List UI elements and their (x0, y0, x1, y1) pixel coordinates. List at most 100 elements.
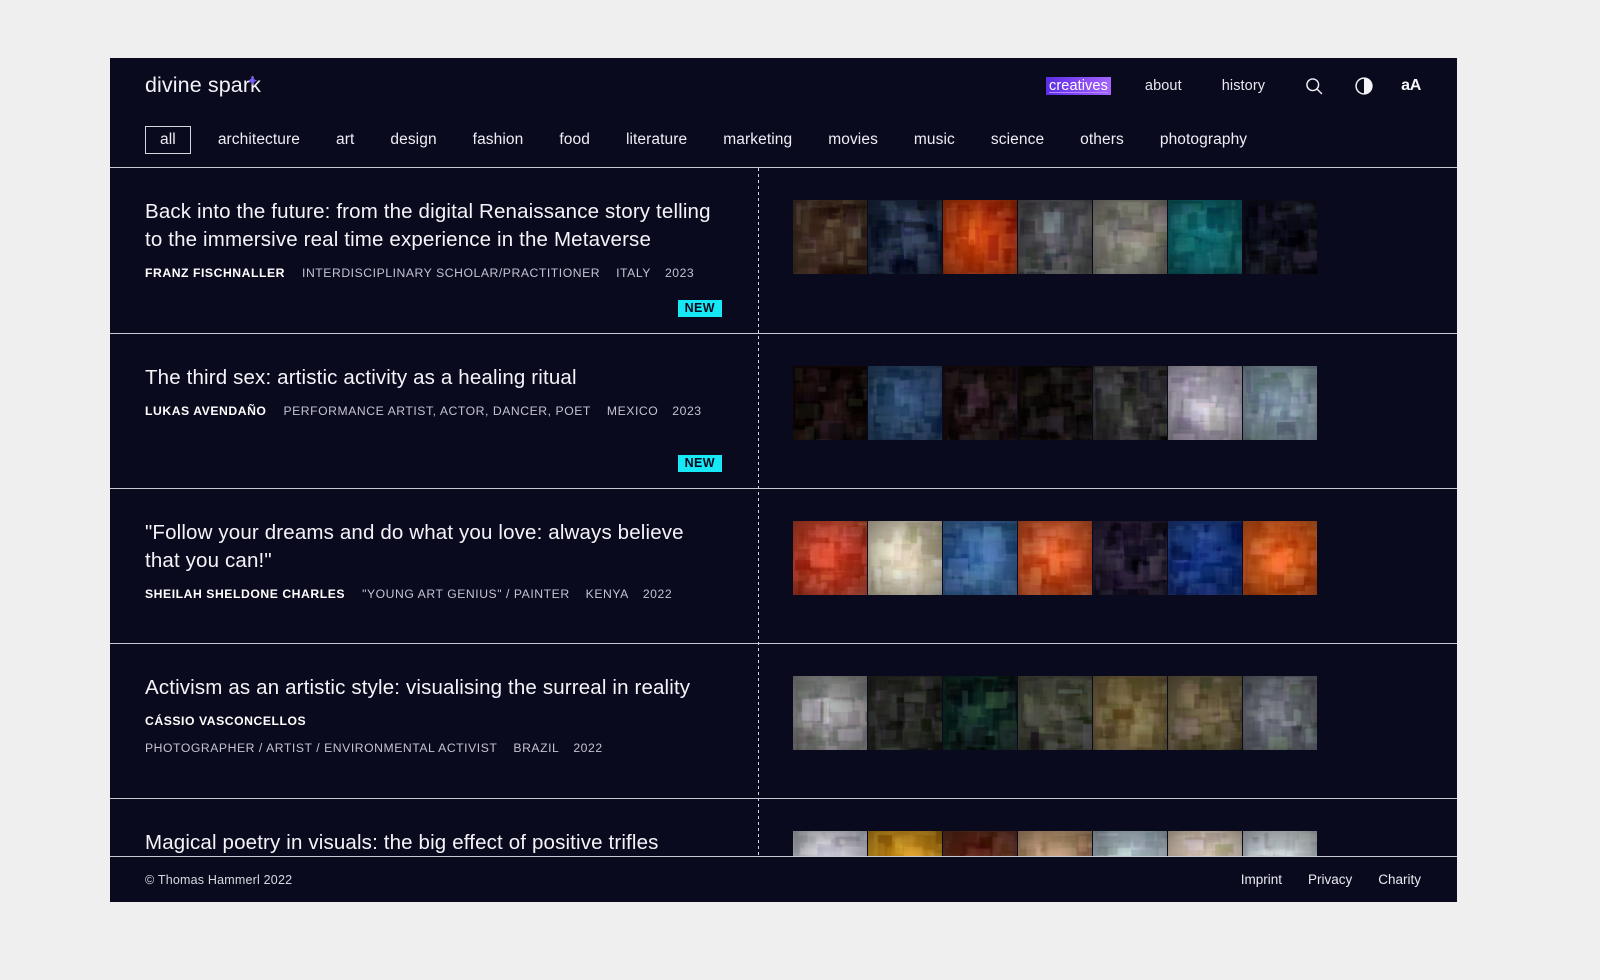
entry-role: "YOUNG ART GENIUS" / PAINTER (362, 587, 570, 601)
creative-entry-row[interactable]: The third sex: artistic activity as a he… (110, 334, 1457, 489)
contrast-icon[interactable] (1351, 73, 1377, 99)
thumbnail-strip (793, 521, 1457, 595)
entry-title[interactable]: "Follow your dreams and do what you love… (145, 519, 723, 575)
site-footer: © Thomas Hammerl 2022 Imprint Privacy Ch… (110, 856, 1457, 902)
category-art[interactable]: art (336, 131, 354, 149)
category-literature[interactable]: literature (626, 131, 687, 149)
thumbnail-image[interactable] (868, 521, 942, 595)
category-others[interactable]: others (1080, 131, 1124, 149)
creative-entry-row[interactable]: Magical poetry in visuals: the big effec… (110, 799, 1457, 856)
thumbnail-strip (793, 676, 1457, 750)
entry-meta: LUKAS AVENDAÑO PERFORMANCE ARTIST, ACTOR,… (145, 404, 723, 418)
nav-item-creatives[interactable]: creatives (1046, 76, 1111, 95)
thumbnail-image[interactable] (1168, 831, 1242, 856)
category-marketing[interactable]: marketing (723, 131, 792, 149)
thumbnail-strip (793, 366, 1457, 440)
search-icon[interactable] (1301, 73, 1327, 99)
thumbnail-image[interactable] (943, 676, 1017, 750)
category-all[interactable]: all (145, 125, 191, 155)
thumbnail-image[interactable] (1168, 200, 1242, 274)
category-movies[interactable]: movies (828, 131, 878, 149)
entry-title[interactable]: The third sex: artistic activity as a he… (145, 364, 723, 392)
entry-info: Back into the future: from the digital R… (110, 168, 758, 333)
nav-item-about[interactable]: about (1141, 76, 1186, 96)
site-header: divine spar ✦ k creatives about history aA (110, 58, 1457, 113)
entry-year: 2023 (664, 266, 695, 280)
new-badge: NEW (677, 454, 722, 472)
creative-entry-row[interactable]: "Follow your dreams and do what you love… (110, 489, 1457, 644)
thumbnail-strip (793, 200, 1457, 274)
thumbnail-image[interactable] (793, 200, 867, 274)
category-design[interactable]: design (390, 131, 436, 149)
thumbnail-image[interactable] (868, 831, 942, 856)
thumbnail-image[interactable] (793, 831, 867, 856)
thumbnail-image[interactable] (1093, 366, 1167, 440)
thumbnail-image[interactable] (943, 200, 1017, 274)
creative-entry-row[interactable]: Activism as an artistic style: visualisi… (110, 644, 1457, 799)
thumbnail-image[interactable] (793, 521, 867, 595)
thumbnail-image[interactable] (793, 676, 867, 750)
font-size-toggle[interactable]: aA (1401, 73, 1421, 99)
thumbnail-image[interactable] (868, 366, 942, 440)
entry-author-name: CÁSSIO VASCONCELLOS (145, 714, 307, 728)
entry-info: The third sex: artistic activity as a he… (110, 334, 758, 488)
entry-role: INTERDISCIPLINARY SCHOLAR/PRACTITIONER (302, 266, 601, 280)
entry-author-name: SHEILAH SHELDONE CHARLES (145, 587, 346, 601)
thumbnail-image[interactable] (1093, 521, 1167, 595)
brand-logo[interactable]: divine spar ✦ k (145, 73, 261, 98)
thumbnail-image[interactable] (793, 366, 867, 440)
entry-thumbnails (758, 168, 1457, 333)
category-architecture[interactable]: architecture (218, 131, 300, 149)
entry-year: 2022 (642, 587, 673, 601)
category-science[interactable]: science (991, 131, 1044, 149)
entry-title[interactable]: Activism as an artistic style: visualisi… (145, 674, 723, 702)
thumbnail-image[interactable] (943, 831, 1017, 856)
thumbnail-image[interactable] (1093, 831, 1167, 856)
thumbnail-image[interactable] (943, 366, 1017, 440)
entry-meta: SHEILAH SHELDONE CHARLES "YOUNG ART GENIU… (145, 587, 723, 601)
category-photography[interactable]: photography (1160, 131, 1247, 149)
spark-accent-icon: ✦ (246, 73, 259, 90)
copyright-text: © Thomas Hammerl 2022 (145, 872, 293, 887)
thumbnail-image[interactable] (1018, 521, 1092, 595)
thumbnail-image[interactable] (1243, 200, 1317, 274)
entry-title[interactable]: Magical poetry in visuals: the big effec… (145, 829, 723, 856)
entry-title[interactable]: Back into the future: from the digital R… (145, 198, 723, 254)
entry-country: ITALY (616, 266, 651, 280)
thumbnail-image[interactable] (1243, 521, 1317, 595)
thumbnail-image[interactable] (1093, 200, 1167, 274)
entry-thumbnails (758, 799, 1457, 856)
thumbnail-image[interactable] (1168, 676, 1242, 750)
creatives-list[interactable]: Back into the future: from the digital R… (110, 168, 1457, 856)
footer-link-privacy[interactable]: Privacy (1308, 872, 1352, 887)
category-fashion[interactable]: fashion (473, 131, 524, 149)
footer-link-charity[interactable]: Charity (1378, 872, 1421, 887)
entry-country: KENYA (585, 587, 629, 601)
entry-author-name: LUKAS AVENDAÑO (145, 404, 267, 418)
thumbnail-image[interactable] (1168, 366, 1242, 440)
thumbnail-image[interactable] (1093, 676, 1167, 750)
entry-info: "Follow your dreams and do what you love… (110, 489, 758, 643)
category-music[interactable]: music (914, 131, 955, 149)
thumbnail-image[interactable] (1018, 366, 1092, 440)
thumbnail-image[interactable] (1243, 366, 1317, 440)
thumbnail-image[interactable] (868, 676, 942, 750)
entry-role: PERFORMANCE ARTIST, ACTOR, DANCER, POET (283, 404, 591, 418)
thumbnail-image[interactable] (868, 200, 942, 274)
thumbnail-image[interactable] (1018, 831, 1092, 856)
thumbnail-image[interactable] (943, 521, 1017, 595)
thumbnail-image[interactable] (1243, 831, 1317, 856)
creative-entry-row[interactable]: Back into the future: from the digital R… (110, 168, 1457, 334)
thumbnail-image[interactable] (1018, 676, 1092, 750)
column-divider (758, 168, 759, 856)
category-food[interactable]: food (559, 131, 590, 149)
footer-link-imprint[interactable]: Imprint (1241, 872, 1282, 887)
entry-country: MEXICO (606, 404, 659, 418)
entry-meta: CÁSSIO VASCONCELLOS PHOTOGRAPHER / ARTIST… (145, 714, 723, 755)
nav-item-history[interactable]: history (1218, 76, 1269, 96)
thumbnail-image[interactable] (1018, 200, 1092, 274)
thumbnail-image[interactable] (1168, 521, 1242, 595)
brand-logo-text: divine spar (145, 73, 251, 97)
thumbnail-image[interactable] (1243, 676, 1317, 750)
entry-author-name: FRANZ FISCHNALLER (145, 266, 286, 280)
